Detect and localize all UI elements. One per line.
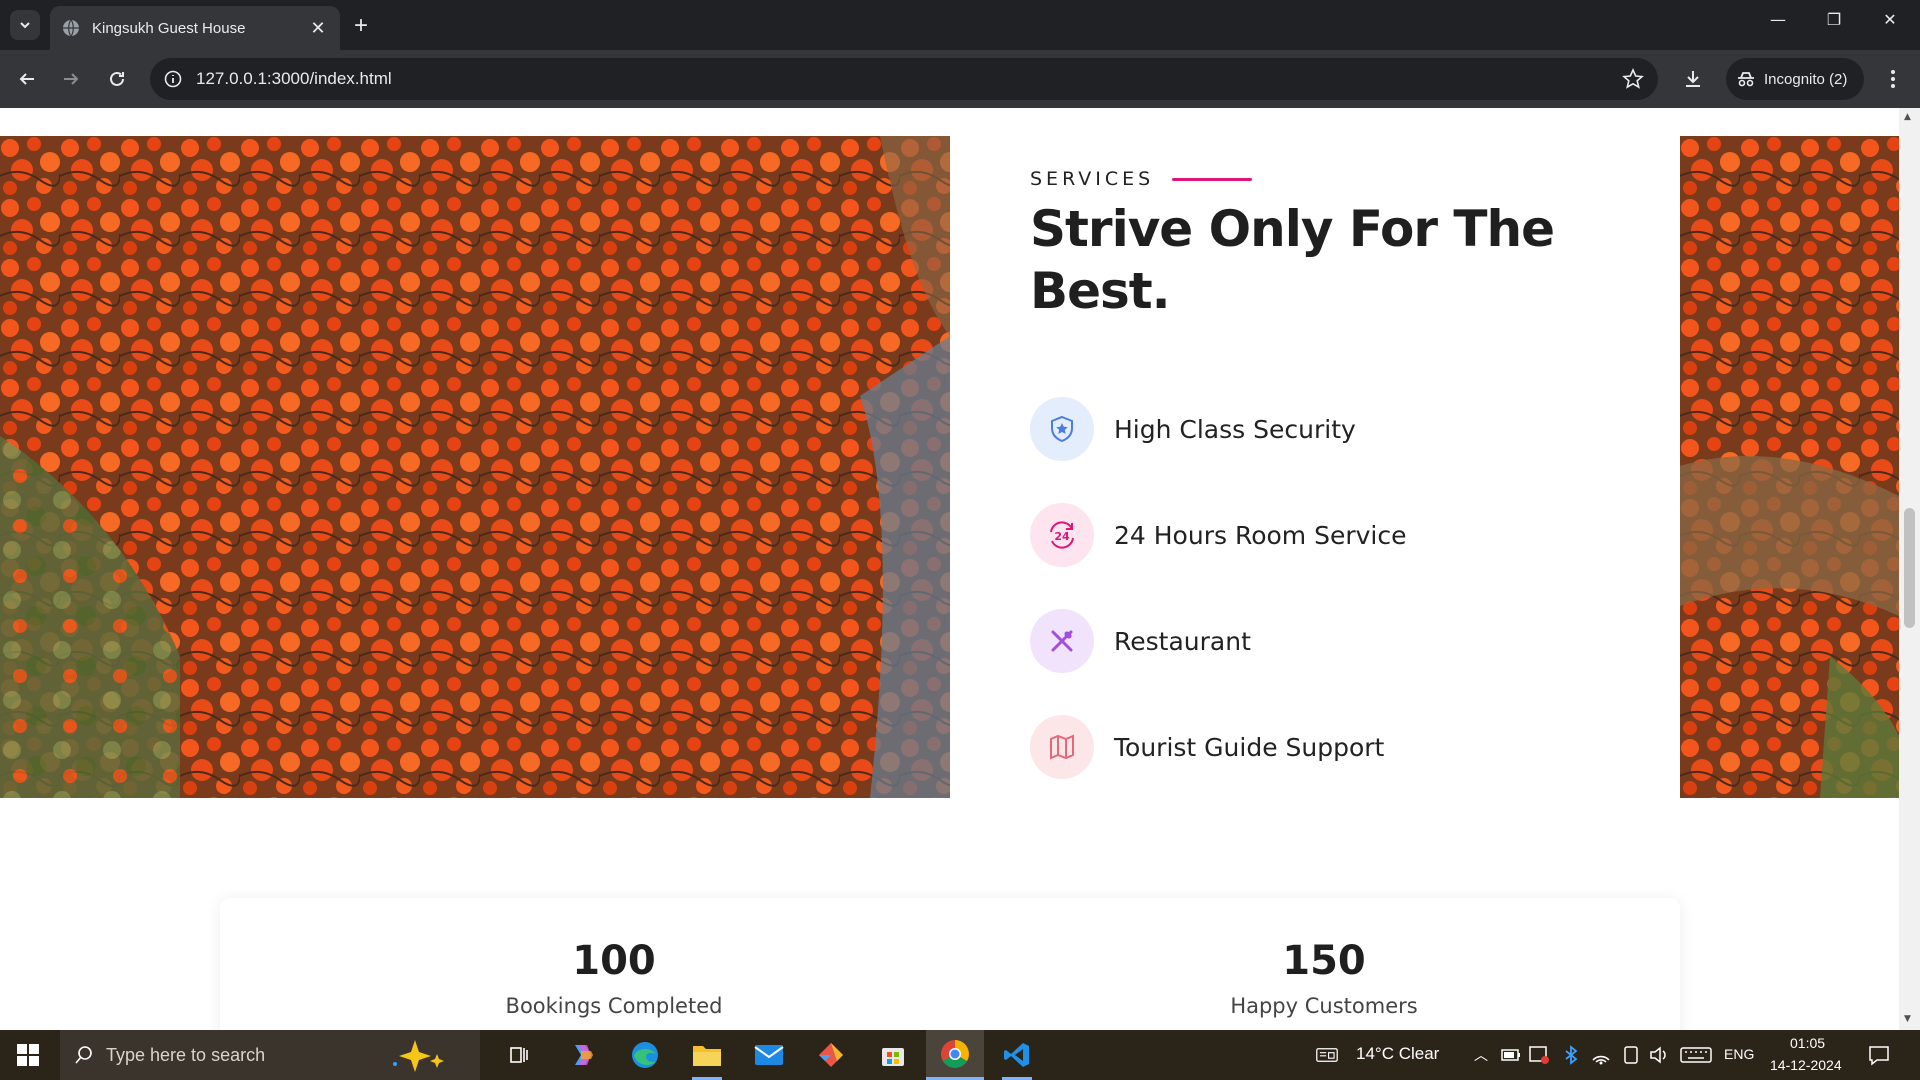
restore-icon[interactable]: ❐ [1814, 10, 1854, 29]
tab-title: Kingsukh Guest House [92, 19, 246, 37]
page-scrollbar[interactable]: ▲ ▼ [1899, 108, 1920, 1030]
battery-icon[interactable] [1500, 1044, 1522, 1066]
vscode-icon[interactable] [988, 1030, 1046, 1080]
bluetooth-icon[interactable] [1560, 1044, 1582, 1066]
tab-strip: Kingsukh Guest House ✕ + — ❐ ✕ [0, 0, 1920, 50]
microsoft-store-icon[interactable] [864, 1030, 922, 1080]
chevron-up-icon[interactable]: ︿ [1470, 1044, 1492, 1066]
stat-label: Bookings Completed [505, 994, 723, 1018]
forest-path-image [1680, 136, 1899, 798]
taskbar-search-box[interactable]: Type here to search [60, 1030, 480, 1080]
svg-text:24: 24 [1054, 530, 1070, 543]
volume-icon[interactable] [1648, 1044, 1670, 1066]
stats-card: 100 Bookings Completed 150 Happy Custome… [220, 898, 1680, 1030]
weather-text[interactable]: 14°C Clear [1356, 1044, 1439, 1064]
24-hours-icon: 24 [1030, 503, 1094, 567]
copilot-icon[interactable] [554, 1030, 612, 1080]
address-bar[interactable]: 127.0.0.1:3000/index.html [150, 58, 1658, 100]
service-label: 24 Hours Room Service [1114, 520, 1407, 550]
service-item-restaurant: Restaurant [1030, 588, 1406, 694]
service-item-tourist-guide: Tourist Guide Support [1030, 694, 1406, 800]
service-label: High Class Security [1114, 414, 1356, 444]
download-icon[interactable] [1678, 64, 1708, 94]
wifi-icon[interactable] [1590, 1044, 1612, 1066]
task-view-icon[interactable] [490, 1030, 548, 1080]
search-icon [75, 1046, 92, 1064]
close-tab-icon[interactable]: ✕ [308, 18, 328, 39]
sparkle-icon [393, 1040, 445, 1072]
stat-customers: 150 Happy Customers [1124, 938, 1524, 1018]
tab-search-button[interactable] [10, 10, 40, 40]
section-eyebrow: SERVICES [1030, 168, 1630, 190]
file-explorer-icon[interactable] [678, 1030, 736, 1080]
chevron-down-icon [20, 22, 30, 29]
reload-icon[interactable] [102, 64, 132, 94]
close-window-icon[interactable]: ✕ [1870, 10, 1910, 29]
services-section: SERVICES Strive Only For The Best. [1030, 168, 1630, 322]
scroll-up-icon[interactable]: ▲ [1904, 112, 1911, 122]
notification-icon[interactable] [1868, 1044, 1890, 1066]
git-client-icon[interactable] [802, 1030, 860, 1080]
incognito-label: Incognito (2) [1764, 70, 1848, 88]
bookmark-star-icon[interactable] [1622, 68, 1644, 90]
stat-value: 100 [572, 938, 656, 984]
fork-knife-icon [1030, 609, 1094, 673]
headline-line-1: Strive Only For The [1030, 200, 1555, 258]
minimize-icon[interactable]: — [1758, 10, 1798, 29]
service-label: Tourist Guide Support [1114, 732, 1385, 762]
shield-star-icon [1030, 397, 1094, 461]
scroll-thumb[interactable] [1904, 508, 1915, 628]
browser-tab[interactable]: Kingsukh Guest House ✕ [50, 6, 340, 50]
scroll-down-icon[interactable]: ▼ [1904, 1014, 1911, 1024]
page-viewport: SERVICES Strive Only For The Best. High … [0, 108, 1899, 1030]
edge-browser-icon[interactable] [616, 1030, 674, 1080]
section-headline: Strive Only For The Best. [1030, 198, 1630, 322]
back-icon[interactable] [12, 64, 42, 94]
clock-date[interactable]: 14-12-2024 [1770, 1057, 1842, 1073]
service-item-room-service: 24 24 Hours Room Service [1030, 482, 1406, 588]
windows-taskbar: Type here to search 14°C Clear ︿ ENG 01:… [0, 1030, 1920, 1080]
chrome-icon[interactable] [926, 1030, 984, 1080]
forward-icon[interactable] [56, 64, 86, 94]
incognito-icon [1738, 72, 1754, 87]
browser-toolbar: 127.0.0.1:3000/index.html Incognito (2) [0, 50, 1920, 108]
globe-icon [63, 19, 79, 37]
new-tab-icon[interactable]: + [354, 12, 368, 40]
mail-icon[interactable] [740, 1030, 798, 1080]
info-icon[interactable] [164, 70, 182, 88]
language-indicator[interactable]: ENG [1724, 1046, 1754, 1062]
stat-value: 150 [1282, 938, 1366, 984]
services-list: High Class Security 24 24 Hours Room Ser… [1030, 376, 1406, 800]
menu-kebab-icon[interactable] [1878, 64, 1908, 94]
eyebrow-text: SERVICES [1030, 168, 1155, 190]
incognito-button[interactable]: Incognito (2) [1726, 58, 1864, 100]
keyboard-icon[interactable] [1680, 1044, 1712, 1066]
windows-start-icon[interactable] [0, 1030, 56, 1080]
map-icon [1030, 715, 1094, 779]
search-placeholder: Type here to search [106, 1044, 266, 1065]
headline-line-2: Best. [1030, 262, 1171, 320]
clock-time[interactable]: 01:05 [1790, 1035, 1825, 1051]
stat-label: Happy Customers [1230, 994, 1418, 1018]
stat-bookings: 100 Bookings Completed [414, 938, 814, 1018]
service-label: Restaurant [1114, 626, 1251, 656]
service-item-security: High Class Security [1030, 376, 1406, 482]
security-icon[interactable] [1528, 1044, 1550, 1066]
device-icon[interactable] [1620, 1044, 1642, 1066]
eyebrow-underline [1172, 177, 1253, 181]
flowering-trees-image [0, 136, 950, 798]
url-text[interactable]: 127.0.0.1:3000/index.html [196, 69, 392, 89]
weather-news-icon[interactable] [1316, 1044, 1338, 1066]
